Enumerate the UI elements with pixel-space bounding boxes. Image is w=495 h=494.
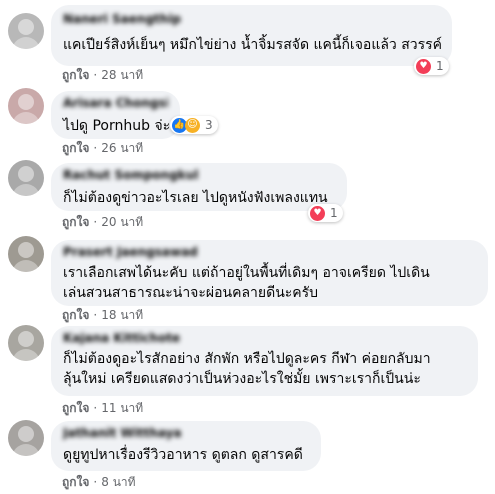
like-button[interactable]: ถูกใจ — [62, 475, 89, 489]
comment-text: ไปดู Pornhub จ่ะ — [63, 118, 171, 134]
avatar[interactable] — [8, 160, 44, 196]
comment-bubble: Rachut Sompongkul ก็ไม่ต้องดูข่าวอะไรเลย… — [51, 163, 347, 211]
comment-text: เราเลือกเสพได้นะคับ แต่ถ้าอยู่ในพื้นที่เ… — [63, 265, 430, 281]
comment-timestamp[interactable]: 11 นาที — [101, 401, 143, 415]
comment-timestamp[interactable]: 20 นาที — [101, 215, 143, 229]
comment-text: ลุ้นใหม่ เครียดแสดงว่าเป็นห่วงอะไรใช่มั้… — [63, 371, 421, 387]
comment-timestamp[interactable]: 18 นาที — [101, 308, 143, 322]
avatar-body — [12, 444, 40, 456]
comment-text: เล่นสวนสาธารณะน่าจะผ่อนคลายดีนะครับ — [63, 285, 319, 301]
avatar-body — [12, 37, 40, 49]
separator-dot: · — [93, 215, 98, 229]
separator-dot: · — [93, 475, 98, 489]
separator-dot: · — [93, 68, 98, 82]
reaction-summary[interactable]: ♥ 1 — [414, 57, 449, 75]
comment-bubble: Prasert Jaengsawad เราเลือกเสพได้นะคับ แ… — [51, 240, 488, 306]
comment-author[interactable]: Jathanit Witthaya — [63, 426, 309, 441]
comment-author[interactable]: Prasert Jaengsawad — [63, 245, 476, 260]
comment-meta: ถูกใจ · 20 นาที — [62, 214, 143, 230]
reaction-summary[interactable]: 👍 ☺ 3 — [170, 116, 218, 134]
like-button[interactable]: ถูกใจ — [62, 308, 89, 322]
avatar-body — [12, 349, 40, 361]
comment-text: แคเปียร์สิงห์เย็นๆ หมึกไข่ย่าง น้ำจิ้มรส… — [63, 37, 443, 53]
avatar-face — [18, 242, 34, 258]
care-reaction-icon: ☺ — [185, 117, 200, 133]
avatar-face — [18, 166, 34, 182]
like-button[interactable]: ถูกใจ — [62, 215, 89, 229]
avatar-face — [18, 426, 34, 442]
comment-meta: ถูกใจ · 18 นาที — [62, 307, 143, 323]
avatar-body — [12, 184, 40, 196]
comment-meta: ถูกใจ · 28 นาที — [62, 67, 143, 83]
avatar-body — [12, 112, 40, 124]
comment-timestamp[interactable]: 28 นาที — [101, 68, 143, 82]
love-reaction-icon: ♥ — [416, 58, 431, 74]
comment-author[interactable]: Rachut Sompongkul — [63, 168, 335, 183]
avatar[interactable] — [8, 88, 44, 124]
comment-text: ก็ไม่ต้องดูข่าวอะไรเลย ไปดูหนังฟังเพลงแท… — [63, 190, 328, 206]
love-reaction-icon: ♥ — [310, 205, 325, 221]
avatar-face — [18, 331, 34, 347]
reaction-summary[interactable]: ♥ 1 — [308, 204, 343, 222]
avatar[interactable] — [8, 325, 44, 361]
separator-dot: · — [93, 401, 98, 415]
comment-timestamp[interactable]: 8 นาที — [101, 475, 135, 489]
like-button[interactable]: ถูกใจ — [62, 401, 89, 415]
comment-bubble: Kajana Kittichote ก็ไม่ต้องดูอะไรสักอย่า… — [51, 326, 478, 396]
avatar[interactable] — [8, 420, 44, 456]
comment-author[interactable]: Naneri Saengthip — [63, 12, 440, 27]
reaction-count: 1 — [330, 206, 338, 220]
avatar[interactable] — [8, 236, 44, 272]
comment-author[interactable]: Kajana Kittichote — [63, 331, 466, 346]
reaction-count: 1 — [436, 59, 444, 73]
comment-bubble: Jathanit Witthaya ดูยูทูปหาเรื่องรีวิวอา… — [51, 421, 321, 471]
like-button[interactable]: ถูกใจ — [62, 68, 89, 82]
comment-text: ก็ไม่ต้องดูอะไรสักอย่าง สักพัก หรือไปดูล… — [63, 351, 431, 367]
comment-timestamp[interactable]: 26 นาที — [101, 141, 143, 155]
avatar-face — [18, 94, 34, 110]
comment-text: ดูยูทูปหาเรื่องรีวิวอาหาร ดูตลก ดูสารคดี — [63, 447, 303, 463]
separator-dot: · — [93, 141, 98, 155]
like-button[interactable]: ถูกใจ — [62, 141, 89, 155]
reaction-count: 3 — [205, 118, 213, 132]
separator-dot: · — [93, 308, 98, 322]
comment-bubble: Arisara Chongsiri ไปดู Pornhub จ่ะ — [51, 91, 180, 139]
comment-meta: ถูกใจ · 11 นาที — [62, 400, 143, 416]
avatar[interactable] — [8, 13, 44, 49]
comment-author[interactable]: Arisara Chongsiri — [63, 96, 168, 111]
comment-meta: ถูกใจ · 8 นาที — [62, 474, 136, 490]
comment-meta: ถูกใจ · 26 นาที — [62, 140, 143, 156]
avatar-body — [12, 260, 40, 272]
avatar-face — [18, 19, 34, 35]
comment-bubble: Naneri Saengthip แคเปียร์สิงห์เย็นๆ หมึก… — [51, 5, 452, 66]
